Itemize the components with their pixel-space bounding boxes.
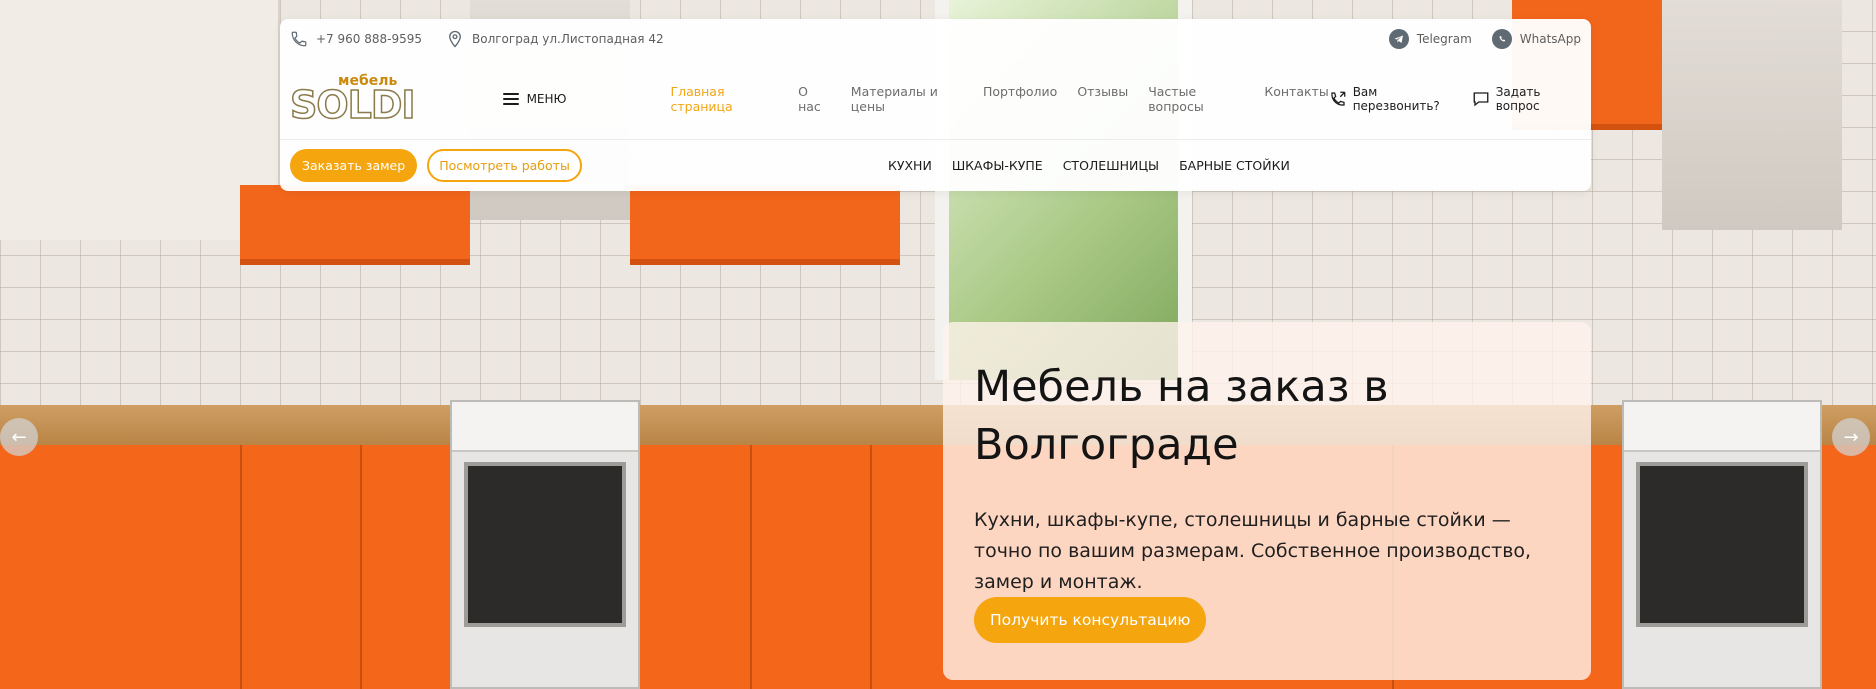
- category-kitchens[interactable]: КУХНИ: [888, 158, 932, 173]
- menu-button[interactable]: МЕНЮ: [502, 92, 567, 106]
- nav-portfolio[interactable]: Портфолио: [983, 84, 1057, 114]
- nav-home[interactable]: Главная страница: [671, 84, 779, 114]
- arrow-left-icon: ←: [11, 426, 27, 448]
- hero-description: Кухни, шкафы-купе, столешницы и барные с…: [974, 509, 1532, 593]
- category-countertops[interactable]: СТОЛЕШНИЦЫ: [1063, 158, 1159, 173]
- nav-contacts[interactable]: Контакты: [1264, 84, 1328, 114]
- top-bar: +7 960 888-9595 Волгоград ул.Листопадная…: [280, 19, 1591, 59]
- main-nav-row: мебель SOLDI МЕНЮ Главная страница О нас…: [280, 59, 1591, 139]
- phone-link[interactable]: +7 960 888-9595: [290, 30, 422, 48]
- category-wardrobes[interactable]: ШКАФЫ-КУПЕ: [952, 158, 1043, 173]
- sub-nav-row: Заказать замер Посмотреть работы КУХНИ Ш…: [280, 139, 1591, 191]
- menu-label: МЕНЮ: [526, 92, 567, 106]
- nav-materials-prices[interactable]: Материалы и цены: [851, 84, 963, 114]
- logo-wordmark: SOLDI: [289, 83, 416, 127]
- consultation-button[interactable]: Получить консультацию: [974, 597, 1207, 643]
- slider-prev-button[interactable]: ←: [0, 418, 38, 456]
- telegram-icon: [1388, 29, 1409, 49]
- slider-next-button[interactable]: →: [1832, 418, 1870, 456]
- phone-icon: [290, 30, 308, 48]
- hero-title: Мебель на заказ в Волгограде: [974, 362, 1389, 470]
- location-pin-icon: [446, 30, 464, 48]
- main-navigation: Главная страница О нас Материалы и цены …: [671, 84, 1329, 114]
- whatsapp-link[interactable]: WhatsApp: [1491, 29, 1581, 49]
- phone-number: +7 960 888-9595: [316, 32, 422, 46]
- hero-card: Мебель на заказ в Волгограде Кухни, шкаф…: [943, 322, 1591, 680]
- nav-faq[interactable]: Частые вопросы: [1148, 84, 1244, 114]
- address-link[interactable]: Волгоград ул.Листопадная 42: [446, 30, 664, 48]
- whatsapp-icon: [1491, 29, 1512, 49]
- site-logo[interactable]: мебель SOLDI: [289, 69, 416, 129]
- category-navigation: КУХНИ ШКАФЫ-КУПЕ СТОЛЕШНИЦЫ БАРНЫЕ СТОЙК…: [888, 158, 1290, 173]
- view-works-button[interactable]: Посмотреть работы: [427, 149, 582, 182]
- address-text: Волгоград ул.Листопадная 42: [472, 32, 664, 46]
- nav-about[interactable]: О нас: [798, 84, 831, 114]
- arrow-right-icon: →: [1843, 426, 1859, 448]
- hamburger-icon: [502, 93, 519, 105]
- telegram-label: Telegram: [1416, 32, 1472, 46]
- site-header: +7 960 888-9595 Волгоград ул.Листопадная…: [280, 19, 1591, 191]
- whatsapp-label: WhatsApp: [1519, 32, 1581, 46]
- category-bar-counters[interactable]: БАРНЫЕ СТОЙКИ: [1179, 158, 1290, 173]
- order-measure-button[interactable]: Заказать замер: [290, 149, 418, 182]
- callback-link[interactable]: Вам перезвонить?: [1329, 85, 1460, 113]
- callback-label: Вам перезвонить?: [1352, 85, 1440, 113]
- nav-reviews[interactable]: Отзывы: [1077, 84, 1128, 114]
- callback-phone-icon: [1329, 90, 1347, 108]
- chat-bubble-icon: [1472, 90, 1490, 108]
- telegram-link[interactable]: Telegram: [1388, 29, 1472, 49]
- header-actions: Вам перезвонить? Задать вопрос: [1329, 85, 1581, 113]
- ask-question-label: Задать вопрос: [1495, 85, 1541, 113]
- ask-question-link[interactable]: Задать вопрос: [1472, 85, 1581, 113]
